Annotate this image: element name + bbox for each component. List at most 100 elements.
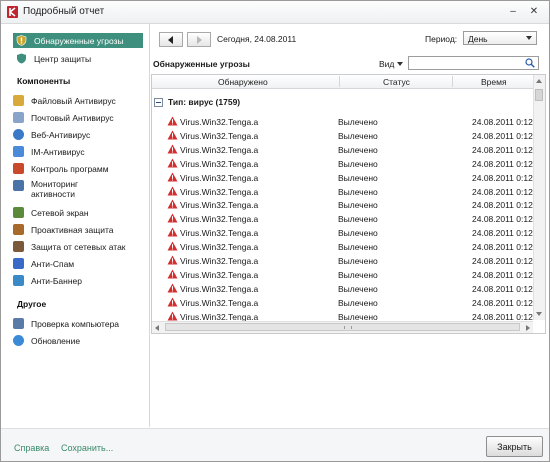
warning-icon [167,241,178,251]
sidebar-item-computer-scan[interactable]: Проверка компьютера [13,316,143,331]
table-row[interactable]: Virus.Win32.Tenga.a Вылечено 24.08.2011 0:… [152,198,533,212]
table-row[interactable]: Virus.Win32.Tenga.a Вылечено 24.08.2011 0:… [152,282,533,296]
table-row[interactable]: Virus.Win32.Tenga.a Вылечено 24.08.2011 0:… [152,157,533,171]
threat-time: 24.08.2011 0:12 [472,130,533,141]
threat-status: Вылечено [338,117,378,127]
chevron-down-icon [526,36,532,40]
vertical-scrollbar[interactable] [533,75,545,320]
threat-time: 24.08.2011 0:12 [472,269,533,280]
sidebar-item-network-attack-blocker[interactable]: Защита от сетевых атак [13,239,143,254]
period-label: Период: [425,34,458,44]
sidebar-item-update[interactable]: Обновление [13,333,143,348]
scroll-down-icon[interactable] [536,312,542,316]
threat-time: 24.08.2011 0:12 [472,117,533,127]
sidebar-item-label: Веб-Антивирус [31,129,91,140]
threat-name: Virus.Win32.Tenga.a [180,297,259,308]
sidebar: Обнаруженные угрозы Центр защиты Компоне… [1,24,150,427]
report-window: Подробный отчет – ✕ Обнаруженные угрозы … [0,0,550,462]
table-row[interactable]: Virus.Win32.Tenga.a Вылечено 24.08.2011 0:… [152,185,533,199]
column-divider[interactable] [452,76,453,87]
previous-period-button[interactable] [159,32,183,47]
threat-status: Вылечено [338,130,378,141]
sidebar-item-activity-monitor[interactable]: Мониторинг активности [13,179,143,201]
table-row[interactable]: Virus.Win32.Tenga.a Вылечено 24.08.2011 0:… [152,129,533,143]
scroll-thumb[interactable] [535,89,543,101]
threat-time: 24.08.2011 0:12 [472,283,533,294]
panel-title: Обнаруженные угрозы [153,59,250,69]
sidebar-item-program-control[interactable]: Контроль программ [13,161,143,176]
column-header-detected[interactable]: Обнаружено [218,77,268,87]
sidebar-item-label: Центр защиты [34,53,92,64]
table-row[interactable]: Virus.Win32.Tenga.a Вылечено 24.08.2011 0:… [152,268,533,282]
column-divider[interactable] [339,76,340,87]
sidebar-item-web-antivirus[interactable]: Веб-Антивирус [13,127,143,142]
close-window-button[interactable]: ✕ [527,4,541,18]
sidebar-item-mail-antivirus[interactable]: Почтовый Антивирус [13,110,143,125]
column-header-time[interactable]: Время [481,77,507,87]
table-row[interactable]: Virus.Win32.Tenga.a Вылечено 24.08.2011 0:… [152,143,533,157]
next-period-button[interactable] [187,32,211,47]
scroll-right-icon[interactable] [526,325,530,331]
minimize-button[interactable]: – [506,4,520,18]
sidebar-item-proactive-defense[interactable]: Проактивная защита [13,222,143,237]
scroll-left-icon[interactable] [155,325,159,331]
sidebar-item-label: Файловый Антивирус [31,95,116,106]
sidebar-item-label: Проверка компьютера [31,318,120,329]
threat-time: 24.08.2011 0:12 [472,256,533,266]
period-select[interactable]: День [463,31,537,45]
table-row[interactable]: Virus.Win32.Tenga.a Вылечено 24.08.2011 0:… [152,254,533,268]
sidebar-item-firewall[interactable]: Сетевой экран [13,205,143,220]
chat-icon [13,146,24,157]
table-row[interactable]: Virus.Win32.Tenga.a Вылечено 24.08.2011 0:… [152,226,533,240]
sidebar-item-label: Обновление [31,335,81,346]
sidebar-item-detected-threats[interactable]: Обнаруженные угрозы [13,33,143,48]
threat-name: Virus.Win32.Tenga.a [180,256,259,266]
help-link[interactable]: Справка [14,443,49,453]
threat-name: Virus.Win32.Tenga.a [180,269,259,280]
group-header-virus[interactable]: Тип: вирус (1759) [154,97,240,107]
close-button[interactable]: Закрыть [486,436,543,457]
sidebar-item-file-antivirus[interactable]: Файловый Антивирус [13,93,143,108]
warning-icon [167,172,178,182]
threat-time: 24.08.2011 0:12 [472,242,533,253]
warning-icon [167,255,178,265]
table-row[interactable]: Virus.Win32.Tenga.a Вылечено 24.08.2011 0:… [152,171,533,185]
sidebar-item-label: Контроль программ [31,163,109,174]
threat-time: 24.08.2011 0:12 [472,200,533,211]
scroll-up-icon[interactable] [536,79,542,83]
window-title: Подробный отчет [23,6,105,17]
search-input[interactable] [408,56,539,70]
sidebar-item-anti-banner[interactable]: Анти-Баннер [13,273,143,288]
network-attack-icon [13,241,24,252]
grip-icon [344,326,352,329]
warning-icon [167,186,178,195]
threat-time: 24.08.2011 0:12 [472,214,533,225]
table-row[interactable]: Virus.Win32.Tenga.a Вылечено 24.08.2011 0:… [152,212,533,226]
threat-status: Вылечено [338,297,378,308]
threat-status: Вылечено [338,269,378,280]
view-menu-button[interactable]: Вид [379,59,394,69]
sidebar-item-im-antivirus[interactable]: IM-Антивирус [13,144,143,159]
shield-threat-icon [16,35,27,46]
horizontal-scrollbar[interactable] [152,321,533,333]
sidebar-item-anti-spam[interactable]: Анти-Спам [13,256,143,271]
column-header-status[interactable]: Статус [383,77,410,87]
warning-icon [167,227,178,237]
threat-status: Вылечено [338,283,378,294]
threat-status: Вылечено [338,200,378,211]
table-row[interactable]: Virus.Win32.Tenga.a Вылечено 24.08.2011 0:… [152,240,533,254]
save-link[interactable]: Сохранить... [61,443,113,453]
h-scroll-thumb[interactable] [165,323,520,331]
search-icon[interactable] [525,58,535,68]
folder-icon [13,95,24,106]
sidebar-item-protection-center[interactable]: Центр защиты [13,51,143,66]
threat-status: Вылечено [338,256,378,266]
threat-status: Вылечено [338,144,378,155]
monitor-icon [13,180,24,191]
table-row[interactable]: Virus.Win32.Tenga.a Вылечено 24.08.2011 0:… [152,296,533,310]
threat-time: 24.08.2011 0:12 [472,172,533,183]
collapse-icon[interactable] [154,97,163,107]
table-row[interactable]: Virus.Win32.Tenga.a Вылечено 24.08.2011 0:… [152,115,533,129]
sidebar-item-label: Обнаруженные угрозы [34,35,124,46]
warning-icon [167,283,178,293]
